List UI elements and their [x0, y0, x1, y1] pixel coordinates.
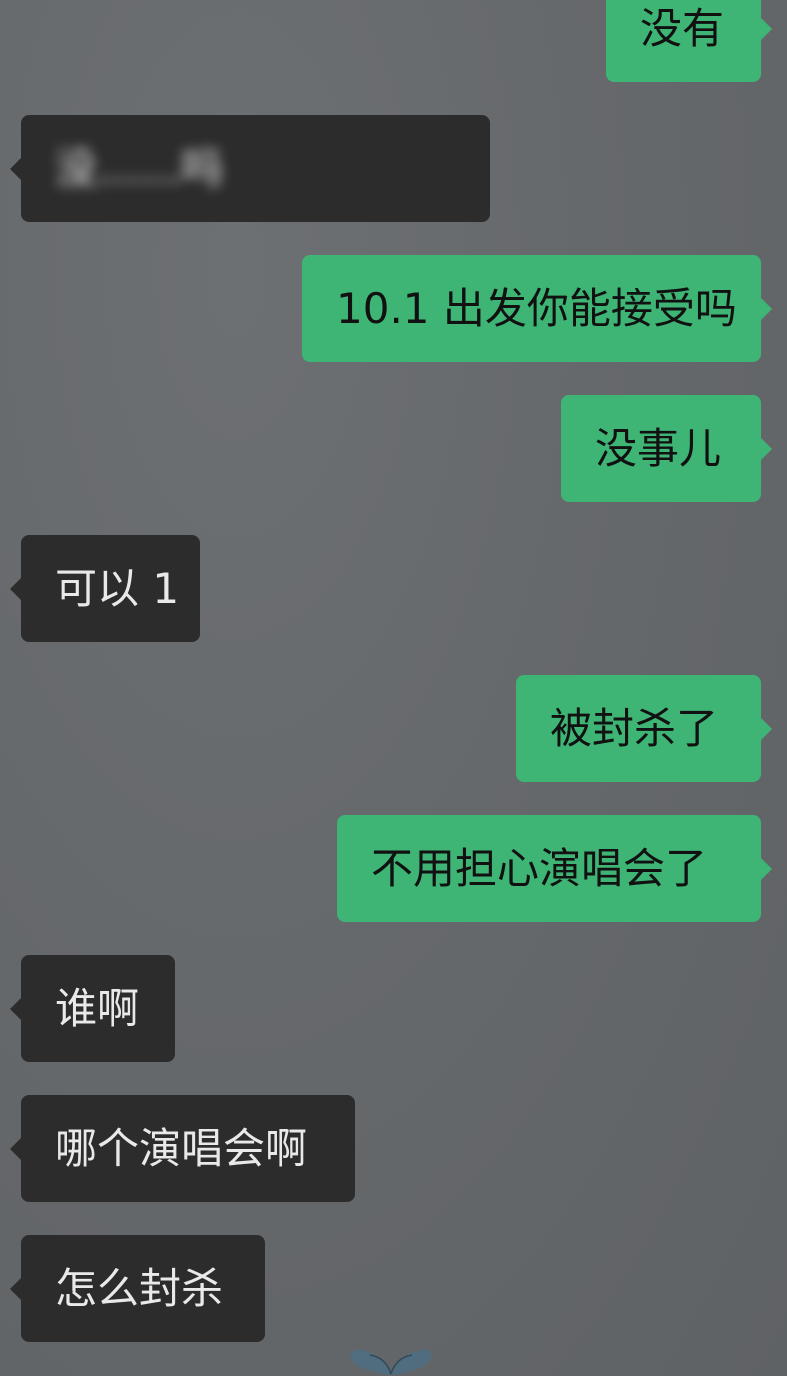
message-bubble-outgoing[interactable]: 没有: [606, 0, 772, 82]
message-text: 被封杀了: [550, 704, 719, 753]
message-text: 没有: [640, 4, 725, 53]
message-text: 怎么封杀: [55, 1264, 224, 1313]
message-text: 哪个演唱会啊: [55, 1124, 308, 1173]
message-bubble-outgoing[interactable]: 不用担心演唱会了: [337, 815, 772, 922]
message-text: 没……吗: [55, 144, 224, 193]
message-text: 谁啊: [55, 984, 140, 1033]
message-bubble-incoming-redacted[interactable]: 没……吗: [10, 115, 490, 222]
message-bubble-incoming[interactable]: 哪个演唱会啊: [10, 1095, 355, 1202]
message-text: 10.1 出发你能接受吗: [336, 284, 737, 333]
message-text: 可以 1: [55, 564, 180, 613]
message-text: 没事儿: [595, 424, 722, 473]
message-bubble-incoming[interactable]: 可以 1: [10, 535, 200, 642]
butterfly-icon: [350, 1349, 432, 1375]
chat-message-list[interactable]: 没有 没……吗 10.1 出发你能接受吗 没事儿 可以 1 被封杀了 不用担心演…: [0, 0, 787, 1376]
message-bubble-incoming[interactable]: 怎么封杀: [10, 1235, 265, 1342]
message-bubble-outgoing[interactable]: 没事儿: [561, 395, 772, 502]
message-bubble-incoming[interactable]: 谁啊: [10, 955, 175, 1062]
message-bubble-outgoing[interactable]: 被封杀了: [516, 675, 772, 782]
message-bubble-outgoing[interactable]: 10.1 出发你能接受吗: [302, 255, 772, 362]
message-text: 不用担心演唱会了: [371, 844, 708, 893]
